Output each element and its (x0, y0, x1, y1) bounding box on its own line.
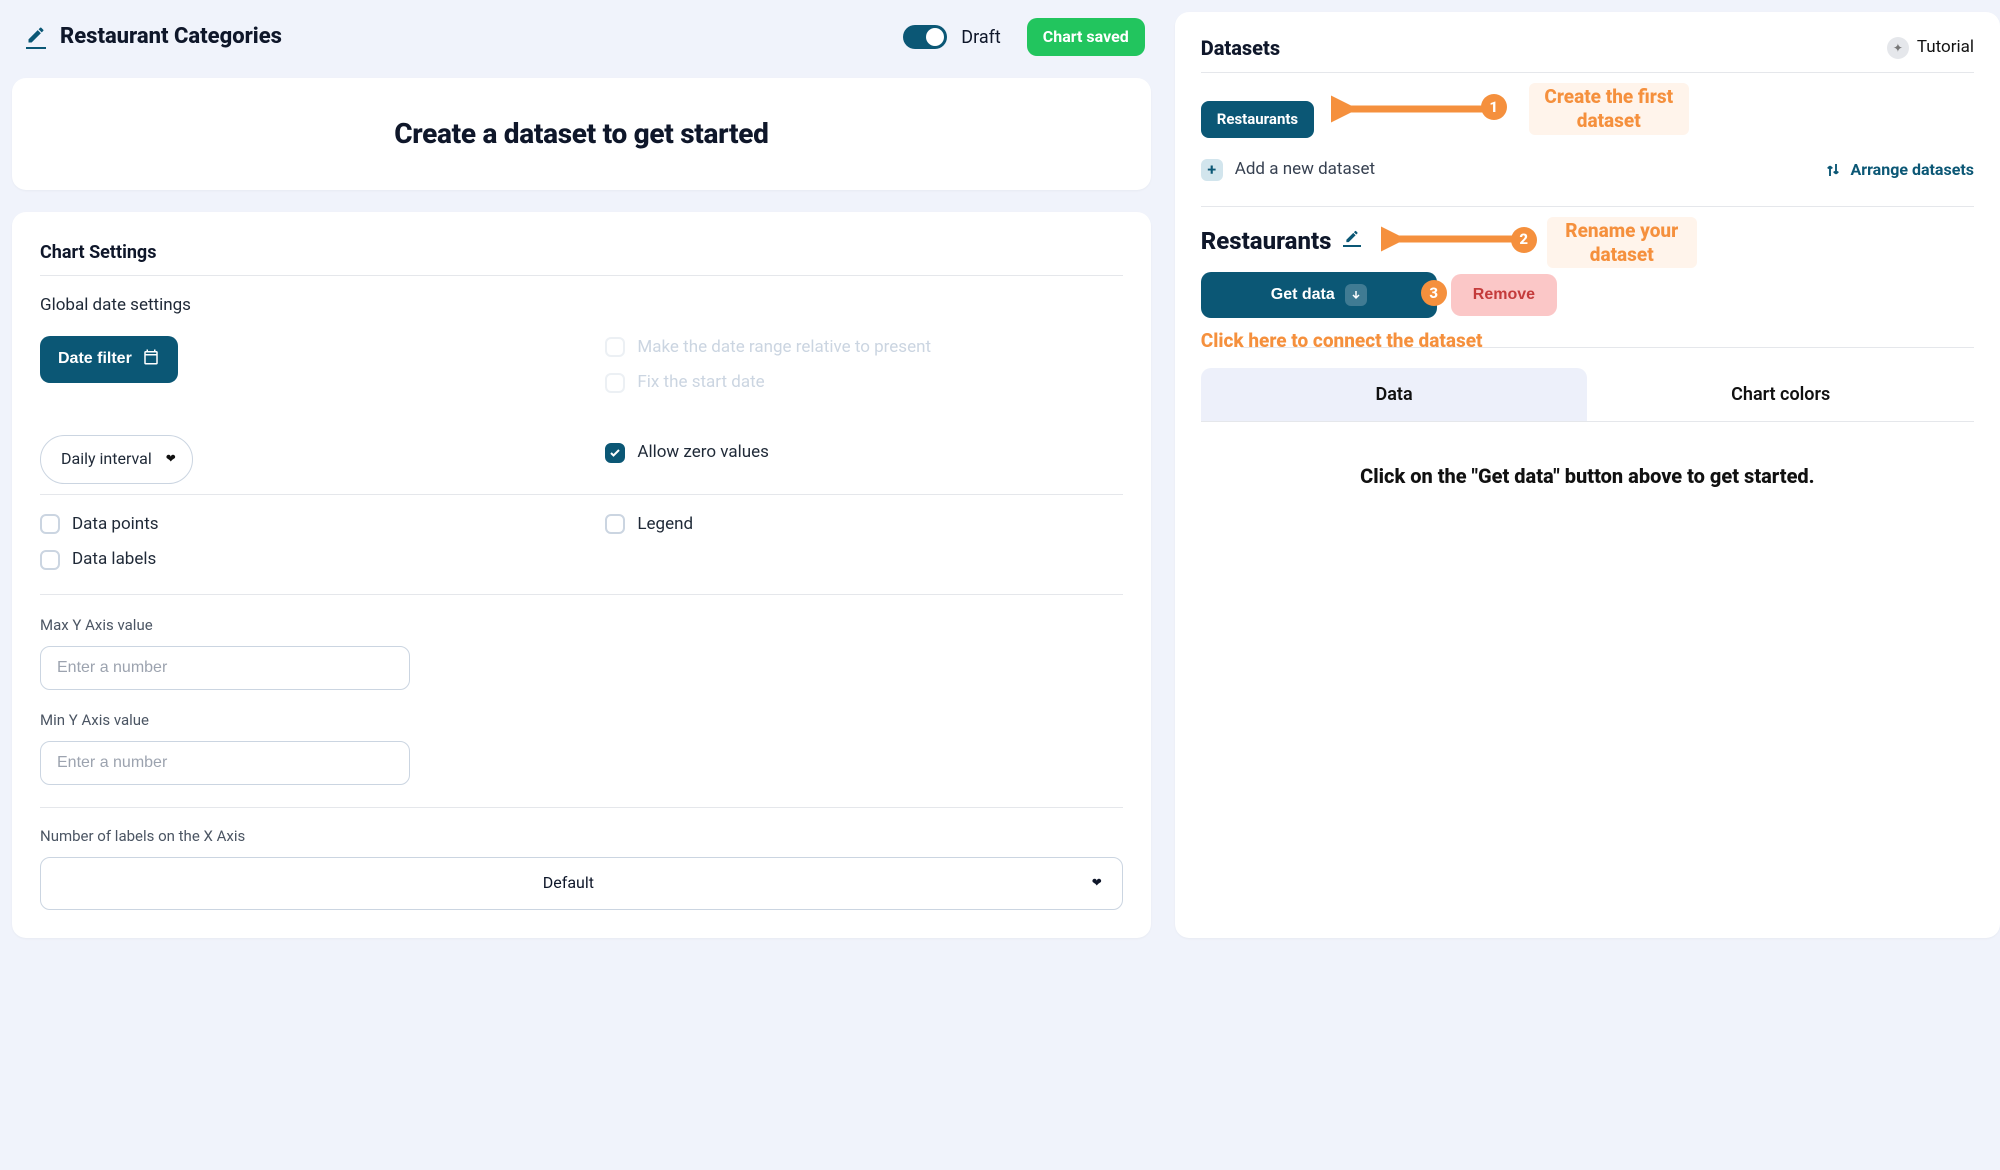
divider (1201, 206, 1974, 207)
empty-state-card: Create a dataset to get started (12, 78, 1151, 189)
interval-select[interactable]: Daily interval ❤ (40, 435, 193, 483)
date-filter-button[interactable]: Date filter (40, 336, 178, 383)
divider (40, 807, 1123, 808)
datasets-panel-title: Datasets (1201, 34, 1280, 62)
data-labels-checkbox[interactable]: Data labels (40, 548, 557, 572)
allow-zero-checkbox[interactable]: Allow zero values (605, 441, 1122, 465)
arrange-icon (1824, 161, 1842, 179)
draft-label: Draft (961, 25, 1001, 50)
download-icon (1345, 284, 1367, 306)
xaxis-count-select-value: Default (543, 873, 594, 892)
xaxis-count-select[interactable]: Default ❤ (40, 857, 1123, 909)
edit-icon[interactable] (26, 25, 46, 49)
data-points-label: Data points (72, 513, 159, 537)
chevron-down-icon: ❤ (166, 451, 176, 468)
data-labels-label: Data labels (72, 548, 156, 572)
max-y-input[interactable] (40, 646, 410, 690)
tutorial-hint-2: Rename your dataset (1547, 217, 1697, 269)
interval-select-value: Daily interval (61, 449, 152, 468)
divider (1201, 72, 1974, 73)
tab-chart-colors[interactable]: Chart colors (1587, 368, 1974, 421)
global-date-label: Global date settings (40, 294, 1123, 318)
chart-header: Restaurant Categories Draft Chart saved (12, 12, 1151, 56)
tutorial-step-badge-3: 3 (1421, 280, 1447, 306)
arrange-datasets-label: Arrange datasets (1850, 159, 1974, 181)
data-points-checkbox[interactable]: Data points (40, 513, 557, 537)
chevron-down-icon: ❤ (1092, 875, 1102, 892)
date-filter-button-label: Date filter (58, 350, 132, 368)
relative-range-checkbox: Make the date range relative to present (605, 336, 1122, 360)
page-title: Restaurant Categories (60, 22, 282, 53)
section-title-chart-settings: Chart Settings (40, 240, 1123, 265)
xaxis-count-label: Number of labels on the X Axis (40, 826, 1123, 847)
divider (40, 594, 1123, 595)
rename-dataset-button[interactable] (1343, 229, 1361, 253)
relative-range-label: Make the date range relative to present (637, 336, 931, 360)
tutorial-step-badge-2: 2 (1511, 227, 1537, 253)
legend-label: Legend (637, 513, 693, 537)
add-dataset-label: Add a new dataset (1235, 158, 1375, 182)
tutorial-hint-1: Create the first dataset (1529, 83, 1689, 135)
get-data-button[interactable]: Get data (1201, 272, 1437, 318)
allow-zero-label: Allow zero values (637, 441, 769, 465)
remove-dataset-button[interactable]: Remove (1451, 274, 1557, 316)
tab-data[interactable]: Data (1201, 368, 1588, 421)
fix-start-label: Fix the start date (637, 371, 764, 395)
divider (40, 494, 1123, 495)
datasets-panel: Datasets ✦ Tutorial Restaurants 1 Create… (1175, 12, 2000, 938)
min-y-label: Min Y Axis value (40, 710, 1123, 731)
dataset-chip-restaurants[interactable]: Restaurants (1201, 101, 1314, 138)
draft-toggle[interactable] (903, 25, 947, 49)
min-y-input[interactable] (40, 741, 410, 785)
empty-state-heading: Create a dataset to get started (40, 114, 1123, 153)
tutorial-step-badge-1: 1 (1481, 94, 1507, 120)
chart-settings-card: Chart Settings Global date settings Date… (12, 212, 1151, 938)
tutorial-badge: ✦ Tutorial (1887, 36, 1974, 60)
dataset-name: Restaurants (1201, 225, 1332, 259)
legend-checkbox[interactable]: Legend (605, 513, 1122, 537)
arrange-datasets-button[interactable]: Arrange datasets (1824, 159, 1974, 181)
data-placeholder-message: Click on the "Get data" button above to … (1201, 462, 1974, 490)
get-data-button-label: Get data (1271, 286, 1335, 304)
max-y-label: Max Y Axis value (40, 615, 1123, 636)
divider (40, 275, 1123, 276)
tutorial-hint-3: Click here to connect the dataset (1201, 328, 1974, 355)
add-dataset-button[interactable]: + (1201, 159, 1223, 181)
calendar-icon (142, 348, 160, 371)
compass-icon: ✦ (1887, 37, 1909, 59)
status-badge-saved: Chart saved (1027, 18, 1145, 56)
fix-start-checkbox: Fix the start date (605, 371, 1122, 395)
